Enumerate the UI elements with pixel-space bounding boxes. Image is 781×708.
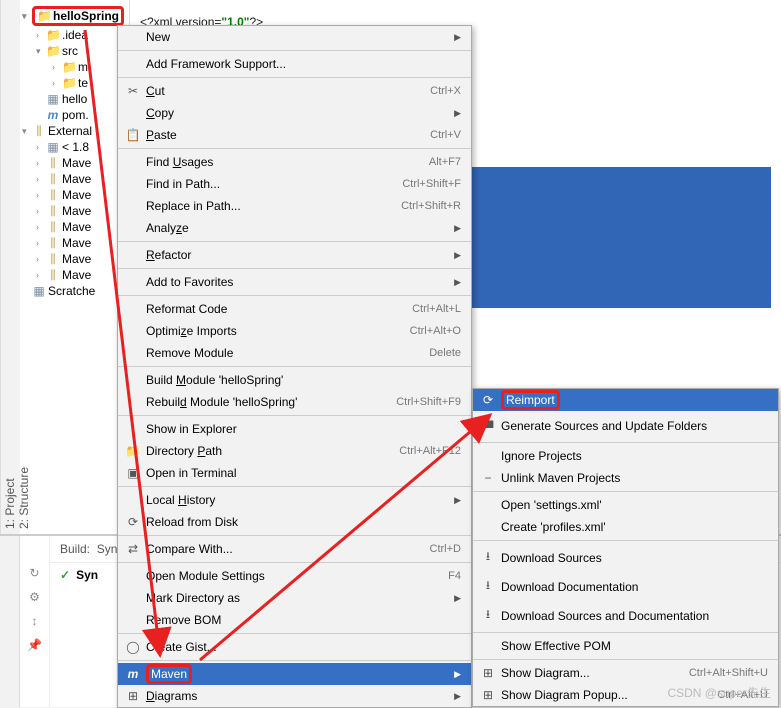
diagram-icon: ⊞ xyxy=(479,666,497,680)
diagram-icon: ⊞ xyxy=(124,689,142,703)
menu-new[interactable]: New▶ xyxy=(118,26,471,48)
tree-lib-7[interactable]: ›⫼Mave xyxy=(20,251,129,267)
menu-create-gist[interactable]: ◯Create Gist... xyxy=(118,636,471,658)
menu-local-history[interactable]: Local History▶ xyxy=(118,489,471,511)
menu-paste[interactable]: 📋PasteCtrl+V xyxy=(118,124,471,146)
root-label: helloSpring xyxy=(53,9,119,23)
menu-open-module[interactable]: Open Module SettingsF4 xyxy=(118,565,471,587)
menu-analyze[interactable]: Analyze▶ xyxy=(118,217,471,239)
minus-icon: − xyxy=(479,471,497,485)
terminal-icon: ▣ xyxy=(124,466,142,480)
build-filter-icon[interactable]: ⚙ xyxy=(20,585,49,609)
menu-maven[interactable]: mMaven▶ xyxy=(118,663,471,685)
context-menu[interactable]: New▶ Add Framework Support... ✂CutCtrl+X… xyxy=(117,25,472,708)
download-icon: ⭳ xyxy=(479,547,497,568)
tree-scratches[interactable]: ▦Scratche xyxy=(20,283,129,299)
build-rerun-icon[interactable]: ↻ xyxy=(20,561,49,585)
sync-text: Syn xyxy=(76,568,98,582)
menu-diagrams[interactable]: ⊞Diagrams▶ xyxy=(118,685,471,707)
tree-pom[interactable]: mpom. xyxy=(20,107,129,123)
side-tool-tabs[interactable]: 1: Project 2: Structure xyxy=(0,0,20,534)
menu-dir-path[interactable]: 📁Directory PathCtrl+Alt+F12 xyxy=(118,440,471,462)
tree-src[interactable]: ▾📁src xyxy=(20,43,129,59)
tree-lib-1[interactable]: ›⫼Mave xyxy=(20,155,129,171)
menu-remove-module[interactable]: Remove ModuleDelete xyxy=(118,342,471,364)
submenu-reimport[interactable]: ⟳Reimport xyxy=(473,389,778,411)
tree-hello[interactable]: ▦hello xyxy=(20,91,129,107)
tree-te[interactable]: ›📁te xyxy=(20,75,129,91)
reload-icon: ⟳ xyxy=(124,515,142,529)
menu-show-explorer[interactable]: Show in Explorer xyxy=(118,418,471,440)
download-icon: ⭳ xyxy=(479,605,497,626)
menu-find-in-path[interactable]: Find in Path...Ctrl+Shift+F xyxy=(118,173,471,195)
watermark: CSDN @super先生 xyxy=(667,684,771,701)
project-tree[interactable]: ▾ 📁helloSpring ›📁.idea ▾📁src ›📁m ›📁te ▦h… xyxy=(20,0,130,534)
folder-icon: 📁 xyxy=(124,444,142,458)
menu-compare-with[interactable]: ⇄Compare With...Ctrl+D xyxy=(118,538,471,560)
build-pin-icon[interactable]: 📌 xyxy=(20,633,49,657)
build-label: Build: xyxy=(60,542,90,556)
submenu-create-profiles[interactable]: Create 'profiles.xml' xyxy=(473,516,778,538)
tree-lib-3[interactable]: ›⫼Mave xyxy=(20,187,129,203)
submenu-ignore[interactable]: Ignore Projects xyxy=(473,445,778,467)
tree-idea[interactable]: ›📁.idea xyxy=(20,27,129,43)
maven-submenu[interactable]: ⟳Reimport 🖿Generate Sources and Update F… xyxy=(472,388,779,707)
build-side xyxy=(0,536,20,707)
menu-build-module[interactable]: Build Module 'helloSpring' xyxy=(118,369,471,391)
submenu-unlink[interactable]: −Unlink Maven Projects xyxy=(473,467,778,489)
menu-refactor[interactable]: Refactor▶ xyxy=(118,244,471,266)
tab-structure[interactable]: 2: Structure xyxy=(17,15,31,529)
maven-icon: m xyxy=(124,667,142,681)
menu-remove-bom[interactable]: Remove BOM xyxy=(118,609,471,631)
submenu-dl-both[interactable]: ⭳Download Sources and Documentation xyxy=(473,601,778,630)
menu-rebuild-module[interactable]: Rebuild Module 'helloSpring'Ctrl+Shift+F… xyxy=(118,391,471,413)
menu-optimize[interactable]: Optimize ImportsCtrl+Alt+O xyxy=(118,320,471,342)
menu-add-favorites[interactable]: Add to Favorites▶ xyxy=(118,271,471,293)
build-expand-icon[interactable]: ↕ xyxy=(20,609,49,633)
download-icon: ⭳ xyxy=(479,576,497,597)
submenu-dl-sources[interactable]: ⭳Download Sources xyxy=(473,543,778,572)
github-icon: ◯ xyxy=(124,640,142,654)
tab-project[interactable]: 1: Project xyxy=(3,15,17,529)
compare-icon: ⇄ xyxy=(124,542,142,556)
tree-lib-0[interactable]: ›▦< 1.8 xyxy=(20,139,129,155)
submenu-open-settings[interactable]: Open 'settings.xml' xyxy=(473,494,778,516)
tree-m[interactable]: ›📁m xyxy=(20,59,129,75)
tree-root[interactable]: ▾ 📁helloSpring xyxy=(20,5,129,27)
submenu-show-pom[interactable]: Show Effective POM xyxy=(473,635,778,657)
tree-external[interactable]: ▾⫼External xyxy=(20,123,129,139)
menu-cut[interactable]: ✂CutCtrl+X xyxy=(118,80,471,102)
tree-lib-5[interactable]: ›⫼Mave xyxy=(20,219,129,235)
reimport-icon: ⟳ xyxy=(479,393,497,407)
tree-lib-8[interactable]: ›⫼Mave xyxy=(20,267,129,283)
tree-lib-4[interactable]: ›⫼Mave xyxy=(20,203,129,219)
submenu-show-diagram[interactable]: ⊞Show Diagram...Ctrl+Alt+Shift+U xyxy=(473,662,778,684)
check-icon: ✓ xyxy=(60,568,70,582)
cut-icon: ✂ xyxy=(124,84,142,98)
menu-find-usages[interactable]: Find UsagesAlt+F7 xyxy=(118,151,471,173)
submenu-dl-docs[interactable]: ⭳Download Documentation xyxy=(473,572,778,601)
diagram-icon: ⊞ xyxy=(479,688,497,702)
submenu-gen-sources[interactable]: 🖿Generate Sources and Update Folders xyxy=(473,411,778,440)
menu-replace-in-path[interactable]: Replace in Path...Ctrl+Shift+R xyxy=(118,195,471,217)
tree-lib-6[interactable]: ›⫼Mave xyxy=(20,235,129,251)
menu-reformat[interactable]: Reformat CodeCtrl+Alt+L xyxy=(118,298,471,320)
menu-reload-disk[interactable]: ⟳Reload from Disk xyxy=(118,511,471,533)
menu-copy[interactable]: Copy▶ xyxy=(118,102,471,124)
menu-open-terminal[interactable]: ▣Open in Terminal xyxy=(118,462,471,484)
tree-lib-2[interactable]: ›⫼Mave xyxy=(20,171,129,187)
paste-icon: 📋 xyxy=(124,128,142,142)
menu-mark-dir[interactable]: Mark Directory as▶ xyxy=(118,587,471,609)
folders-icon: 🖿 xyxy=(479,415,497,436)
menu-add-framework[interactable]: Add Framework Support... xyxy=(118,53,471,75)
